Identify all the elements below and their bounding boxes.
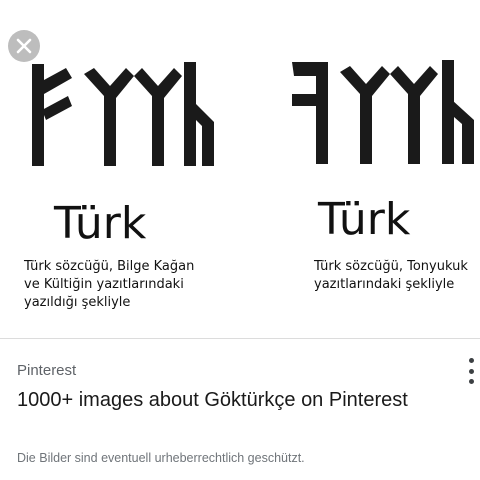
left-caption-line: yazıldığı şekliyle: [24, 295, 131, 310]
image-preview[interactable]: Türk Türk Türk sözcüğü, Bilge Kağan ve K…: [0, 10, 480, 338]
close-button[interactable]: [8, 30, 40, 62]
left-caption: Türk sözcüğü, Bilge Kağan ve Kültiğin ya…: [24, 258, 254, 312]
right-caption-line: yazıtlarındaki şekliyle: [314, 277, 455, 292]
left-word: Türk: [54, 198, 147, 249]
more-vert-icon: [468, 358, 474, 363]
result-title-link[interactable]: 1000+ images about Göktürkçe on Pinteres…: [17, 386, 457, 415]
old-turkic-script-left: [32, 62, 214, 166]
source-label[interactable]: Pinterest: [17, 362, 76, 379]
more-options-button[interactable]: [462, 356, 480, 386]
right-caption-line: Türk sözcüğü, Tonyukuk: [314, 259, 468, 274]
divider: [0, 338, 480, 339]
right-caption: Türk sözcüğü, Tonyukuk yazıtlarındaki şe…: [314, 258, 480, 294]
more-vert-icon-dot: [468, 379, 474, 384]
left-caption-line: Türk sözcüğü, Bilge Kağan: [24, 259, 195, 274]
right-word: Türk: [318, 194, 411, 245]
copyright-notice: Die Bilder sind eventuell urheberrechtli…: [17, 451, 305, 465]
close-icon: [16, 38, 32, 54]
old-turkic-script-right: [292, 60, 474, 164]
more-vert-icon-dot: [468, 368, 474, 374]
left-caption-line: ve Kültiğin yazıtlarındaki: [24, 277, 184, 292]
